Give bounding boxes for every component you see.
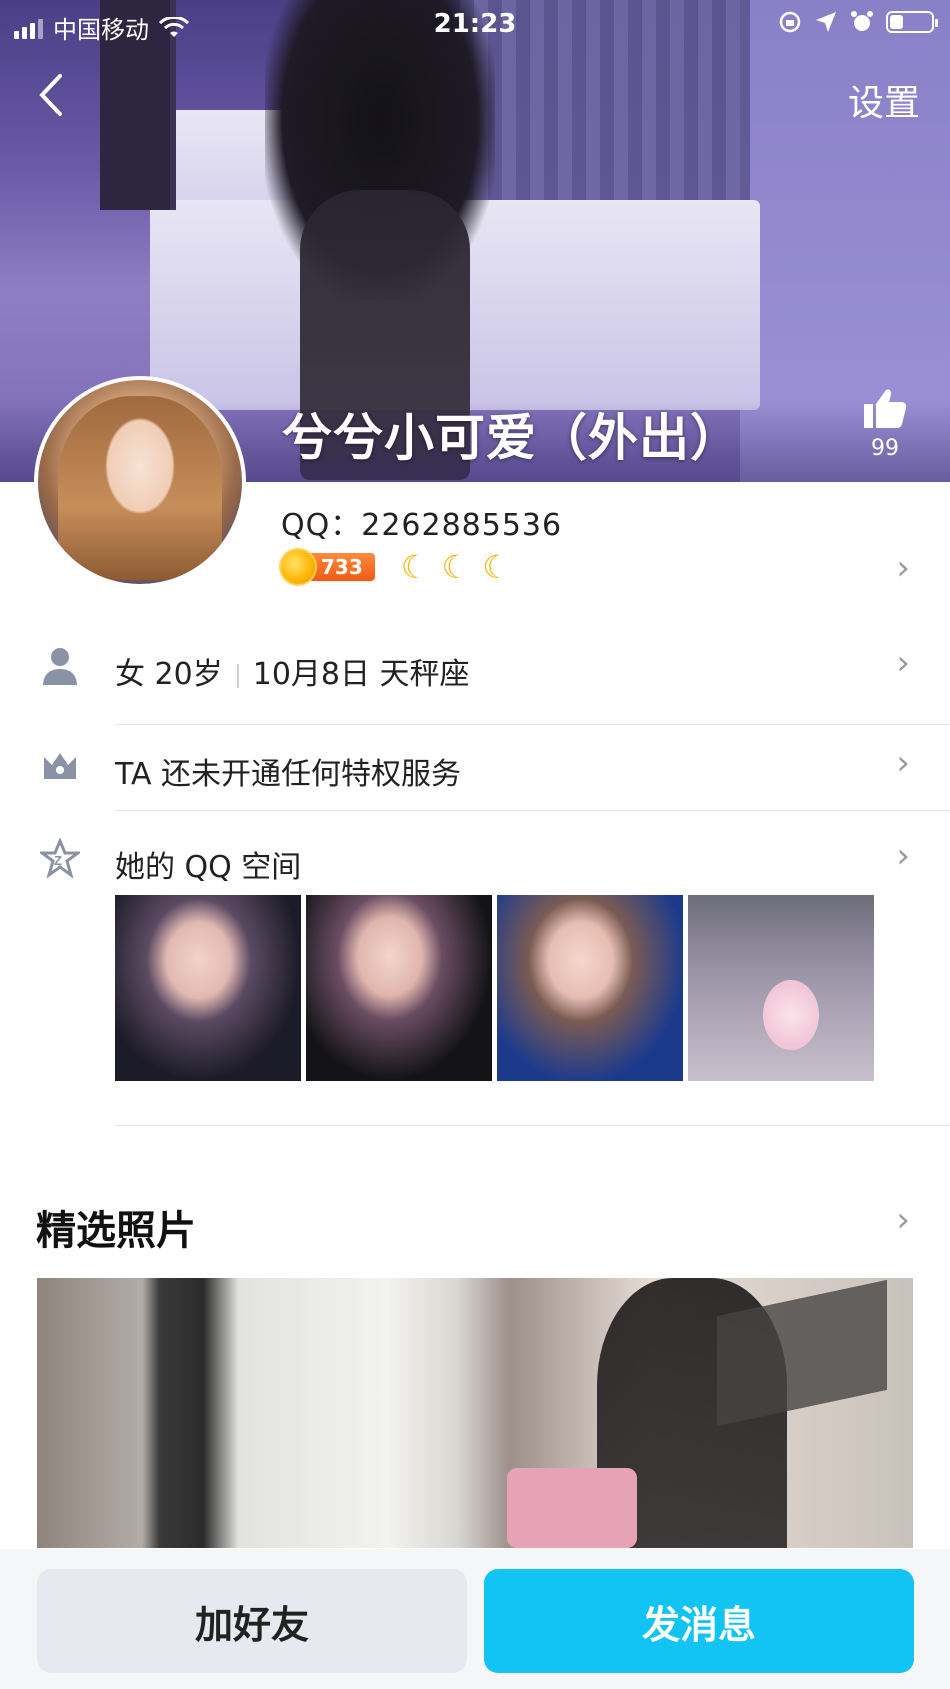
badges-row[interactable]: 733 ☾ ☾ ☾ xyxy=(281,548,511,586)
add-friend-button[interactable]: 加好友 xyxy=(37,1569,467,1673)
send-message-button[interactable]: 发消息 xyxy=(484,1569,914,1673)
qq-number: QQ：2262885536 xyxy=(281,508,563,543)
privilege-row[interactable]: TA 还未开通任何特权服务 › xyxy=(0,725,950,811)
age: 20岁 xyxy=(154,657,223,692)
like-button[interactable]: 99 xyxy=(858,386,912,461)
chevron-right-icon[interactable]: › xyxy=(896,1200,910,1240)
rotation-lock-icon xyxy=(779,11,801,33)
chevron-right-icon[interactable]: › xyxy=(896,548,910,588)
chevron-right-icon: › xyxy=(896,643,910,683)
person-icon xyxy=(43,648,77,685)
level-value: 733 xyxy=(305,553,375,581)
qzone-photo-strip[interactable] xyxy=(115,895,874,1081)
qzone-photo[interactable] xyxy=(688,895,874,1081)
level-badge: 733 xyxy=(281,550,375,584)
separator xyxy=(236,663,239,688)
back-button[interactable] xyxy=(36,72,76,122)
divider xyxy=(115,810,950,811)
qzone-photo[interactable] xyxy=(497,895,683,1081)
sun-icon xyxy=(281,550,315,584)
featured-photos-title: 精选照片 xyxy=(36,1208,196,1254)
crown-icon xyxy=(44,753,76,779)
alarm-icon xyxy=(851,11,873,31)
likes-count: 99 xyxy=(871,436,899,461)
avatar[interactable] xyxy=(34,376,246,588)
bottom-action-bar: 加好友 发消息 xyxy=(0,1549,950,1689)
birthday: 10月8日 xyxy=(252,657,370,692)
chevron-right-icon: › xyxy=(896,836,910,876)
chevron-left-icon xyxy=(39,74,62,116)
privilege-text: TA 还未开通任何特权服务 xyxy=(115,757,462,792)
qzone-photo[interactable] xyxy=(115,895,301,1081)
featured-photo[interactable] xyxy=(37,1278,913,1548)
constellation: 天秤座 xyxy=(379,657,470,692)
basic-info-row[interactable]: 女 20岁 10月8日 天秤座 › xyxy=(0,625,950,711)
qzone-text: 她的 QQ 空间 xyxy=(115,850,302,885)
qzone-row[interactable]: Z 她的 QQ 空间 › xyxy=(0,818,950,904)
chevron-right-icon: › xyxy=(896,743,910,783)
moon-icon: ☾ xyxy=(400,548,430,586)
thumbs-up-icon xyxy=(864,389,907,428)
moon-icon: ☾ xyxy=(482,548,511,586)
qzone-photo[interactable] xyxy=(306,895,492,1081)
battery-icon xyxy=(886,11,938,33)
location-icon xyxy=(816,12,836,32)
nickname: 兮兮小可爱（外出） xyxy=(282,409,741,467)
moon-icon: ☾ xyxy=(441,548,471,586)
divider xyxy=(115,1125,950,1126)
gender: 女 xyxy=(115,657,145,692)
qzone-star-icon: Z xyxy=(40,838,80,878)
settings-button[interactable]: 设置 xyxy=(848,74,920,126)
svg-text:Z: Z xyxy=(54,853,62,868)
status-bar: 中国移动 21:23 xyxy=(0,0,950,48)
